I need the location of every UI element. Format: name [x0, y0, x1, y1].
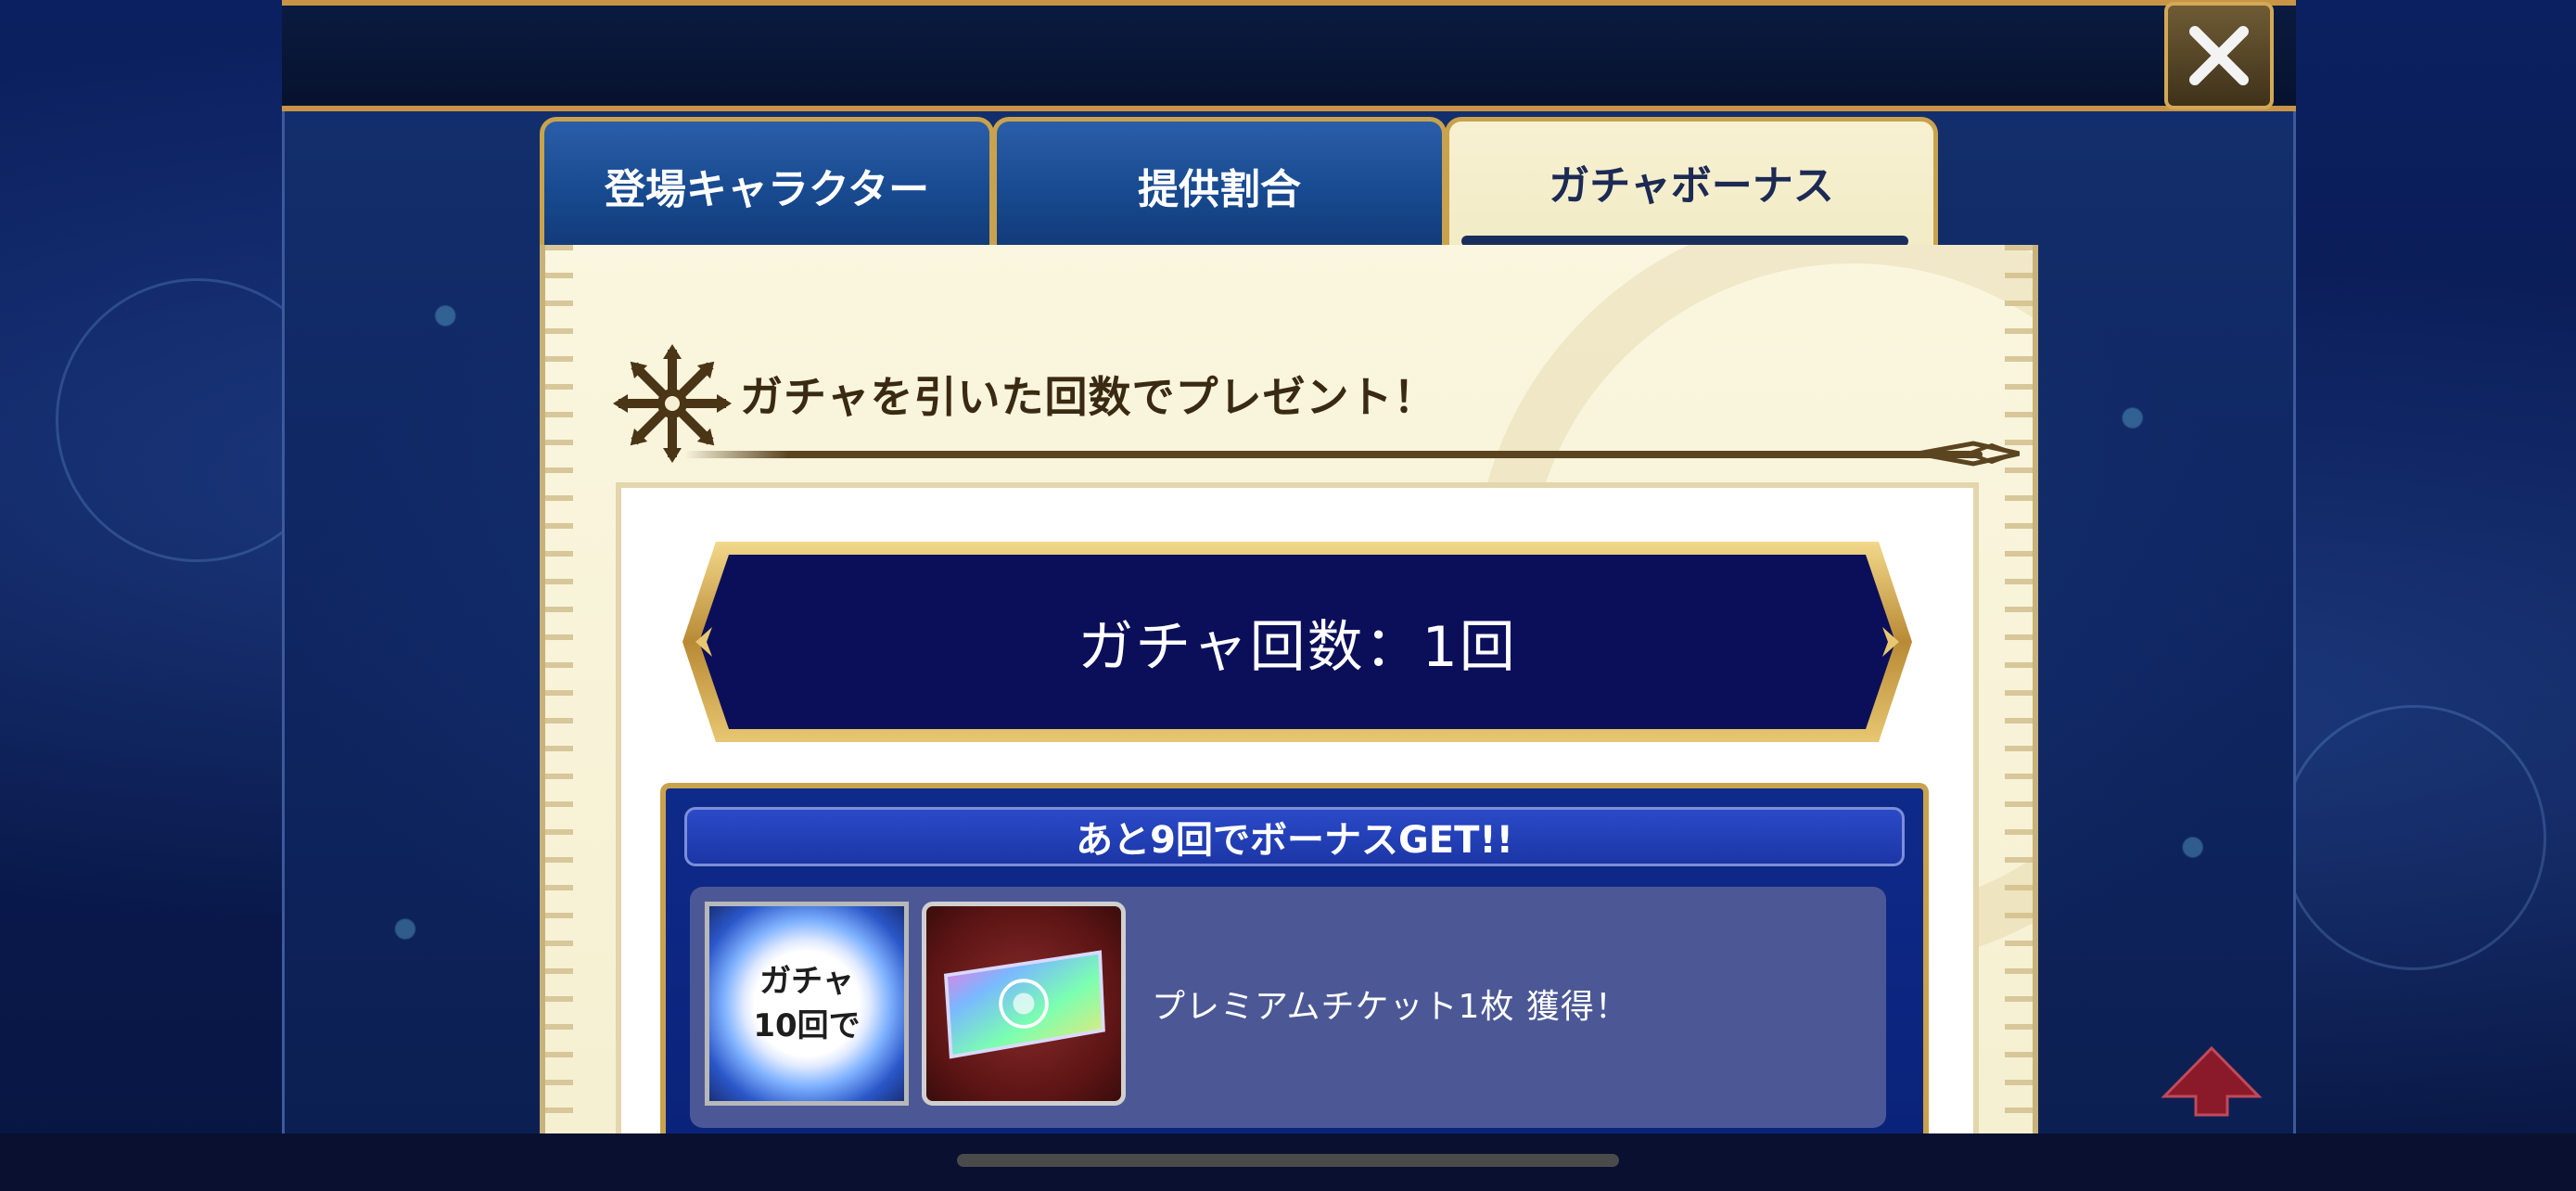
ticket-graphic: [943, 950, 1105, 1059]
gacha-count-plaque: ガチャ回数：1回: [679, 538, 1916, 746]
tab-label: 登場キャラクター: [604, 165, 930, 213]
panel-border-left: [545, 245, 573, 1133]
section-title: ガチャを引いた回数でプレゼント！: [740, 372, 1437, 422]
gacha-bonus-panel: ガチャを引いた回数でプレゼント！ ガチャ回数：1回 あと9回でボーナスGET!!: [540, 245, 2038, 1133]
tab-rates[interactable]: 提供割合: [992, 117, 1447, 249]
bonus-progress-banner: あと9回でボーナスGET!!: [684, 807, 1905, 866]
gacha-count-text: ガチャ回数：1回: [1078, 614, 1517, 680]
tab-gacha-bonus[interactable]: ガチャボーナス: [1445, 117, 1938, 249]
background-ornament: [2281, 705, 2546, 970]
home-indicator[interactable]: [957, 1154, 1619, 1167]
close-icon: [2189, 26, 2249, 85]
tab-label: ガチャボーナス: [1549, 161, 1834, 210]
modal-top-bar: [282, 0, 2296, 111]
divider-ornament-icon: [1918, 441, 2020, 467]
tab-characters[interactable]: 登場キャラクター: [540, 117, 994, 249]
condition-line-1: ガチャ: [759, 963, 854, 1000]
close-button[interactable]: [2164, 2, 2274, 109]
section-divider: [684, 451, 1983, 458]
premium-ticket-icon: [922, 902, 1126, 1106]
snowflake-emblem-icon: [613, 344, 732, 463]
reward-description: プレミアムチケット1枚 獲得！: [1152, 988, 1629, 1026]
bonus-box: あと9回でボーナスGET!! ガチャ 10回で プレミアムチケット1枚 獲得！: [660, 783, 1929, 1133]
tab-label: 提供割合: [1138, 165, 1301, 213]
condition-line-2: 10回で: [753, 1007, 861, 1044]
gacha-condition-orb-icon: ガチャ 10回で: [705, 902, 909, 1106]
reward-row: ガチャ 10回で プレミアムチケット1枚 獲得！: [690, 887, 1886, 1128]
scroll-up-arrow-icon[interactable]: [2161, 1044, 2263, 1119]
